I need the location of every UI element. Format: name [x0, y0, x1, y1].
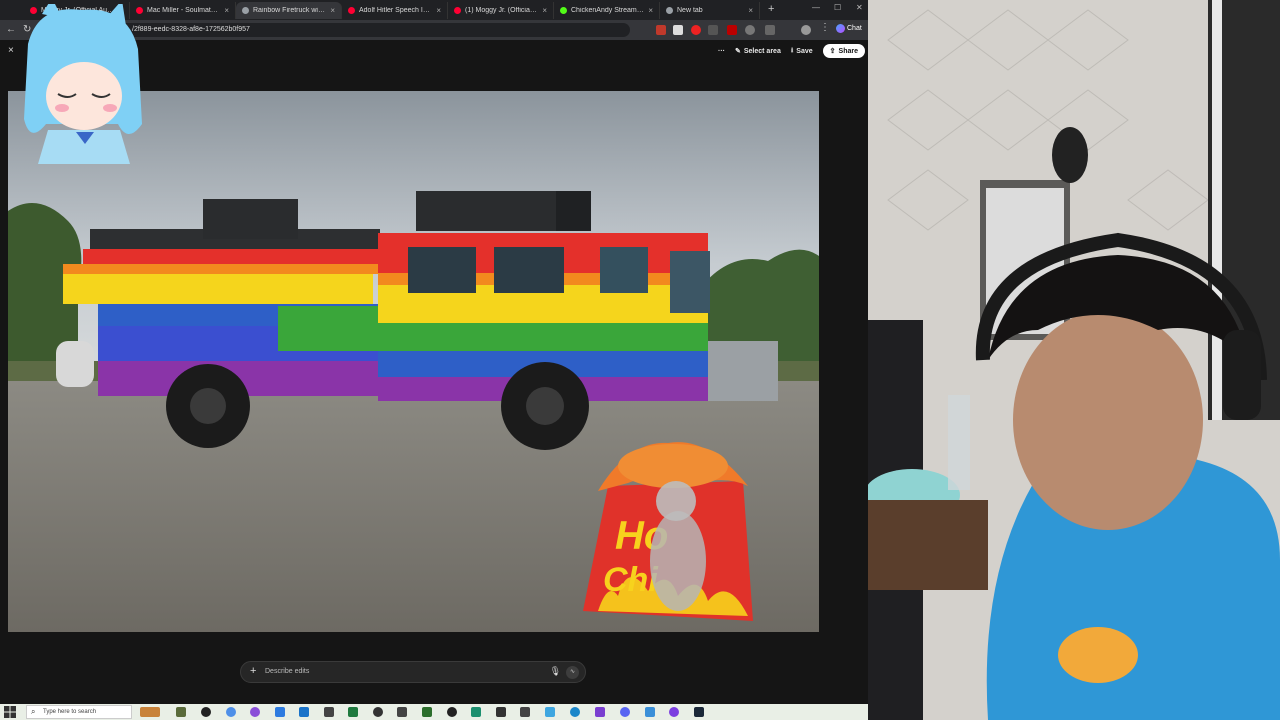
- tab-label: New tab: [677, 7, 703, 14]
- add-icon[interactable]: +: [250, 665, 256, 677]
- generated-image[interactable]: Ho Chi: [8, 91, 819, 632]
- close-window-icon[interactable]: ✕: [856, 3, 863, 12]
- app-icon[interactable]: [176, 707, 186, 717]
- taskbar-search-input[interactable]: ⌕ Type here to search: [26, 705, 132, 719]
- more-options-button[interactable]: ···: [718, 48, 725, 55]
- windows-taskbar: ⌕ Type here to search: [0, 704, 868, 720]
- webcam-feed: [868, 0, 1280, 720]
- browser-tab[interactable]: ChickenAndy Stream - V ×: [554, 2, 660, 19]
- tab-favicon-icon: [454, 7, 461, 14]
- app-icon[interactable]: [250, 707, 260, 717]
- app-icon[interactable]: [447, 707, 457, 717]
- browser-tab[interactable]: New tab ×: [660, 2, 760, 19]
- share-button[interactable]: ⇪ Share: [822, 44, 865, 58]
- extension-icon[interactable]: [673, 25, 683, 35]
- voice-mode-icon[interactable]: ∿: [566, 666, 579, 679]
- tab-label: Mac Miller - Soulmate - YouT: [147, 7, 220, 14]
- app-icon[interactable]: [471, 707, 481, 717]
- share-label: Share: [838, 47, 858, 55]
- tab-favicon-icon: [348, 7, 355, 14]
- taskbar-search-placeholder: Type here to search: [43, 709, 97, 715]
- tab-label: Rainbow Firetruck with Chips: [253, 7, 326, 14]
- windows-start-icon[interactable]: [4, 706, 16, 718]
- app-icon[interactable]: [422, 707, 432, 717]
- tab-close-icon[interactable]: ×: [748, 6, 753, 15]
- app-icon[interactable]: [520, 707, 530, 717]
- tab-close-icon[interactable]: ×: [436, 6, 441, 15]
- share-icon: ⇪: [829, 48, 836, 55]
- extension-icon[interactable]: [727, 25, 737, 35]
- chat-icon: [836, 24, 845, 33]
- tab-close-icon[interactable]: ×: [542, 6, 547, 15]
- profile-avatar-icon[interactable]: [801, 25, 811, 35]
- app-icon[interactable]: [669, 707, 679, 717]
- describe-edits-input[interactable]: + Describe edits 🎙 ∿: [240, 661, 586, 683]
- paint-icon[interactable]: [140, 707, 160, 717]
- close-viewer-icon[interactable]: ×: [8, 45, 14, 56]
- tab-favicon-icon: [560, 7, 567, 14]
- firetruck-scene: Ho Chi: [8, 91, 819, 632]
- save-button[interactable]: ⭳ Save: [791, 46, 813, 57]
- chat-label: Chat: [847, 25, 862, 32]
- tab-close-icon[interactable]: ×: [224, 6, 229, 15]
- browser-tab[interactable]: (1) Moggy Jr. (Official Audio) ×: [448, 2, 554, 19]
- app-icon[interactable]: [570, 707, 580, 717]
- browser-tab[interactable]: Rainbow Firetruck with Chips ×: [236, 2, 342, 19]
- tab-label: ChickenAndy Stream - V: [571, 7, 645, 14]
- app-icon[interactable]: [348, 707, 358, 717]
- tab-close-icon[interactable]: ×: [648, 6, 653, 15]
- minimize-icon[interactable]: —: [812, 3, 820, 12]
- save-label: Save: [796, 47, 813, 55]
- tab-favicon-icon: [666, 7, 673, 14]
- menu-kebab-icon[interactable]: ⋮: [820, 22, 830, 33]
- viewer-toolbar: ··· ✎ Select area ⭳ Save ⇪ Share: [718, 42, 868, 60]
- app-icon[interactable]: [275, 707, 285, 717]
- chrome-icon[interactable]: [226, 707, 236, 717]
- describe-edits-placeholder: Describe edits: [265, 668, 310, 675]
- app-icon[interactable]: [595, 707, 605, 717]
- select-area-button[interactable]: ✎ Select area: [734, 47, 781, 56]
- select-area-label: Select area: [743, 47, 781, 55]
- app-icon[interactable]: [201, 707, 211, 717]
- chat-button[interactable]: Chat: [836, 24, 862, 33]
- discord-icon[interactable]: [620, 707, 630, 717]
- extension-icon[interactable]: [745, 25, 755, 35]
- extension-icon[interactable]: [656, 25, 666, 35]
- tab-close-icon[interactable]: ×: [330, 6, 335, 15]
- steam-icon[interactable]: [694, 707, 704, 717]
- app-icon[interactable]: [324, 707, 334, 717]
- puzzle-icon[interactable]: [765, 25, 775, 35]
- new-tab-button[interactable]: +: [768, 3, 774, 15]
- app-icon[interactable]: [645, 707, 655, 717]
- app-icon[interactable]: [496, 707, 506, 717]
- maximize-icon[interactable]: ☐: [834, 3, 841, 12]
- app-icon[interactable]: [299, 707, 309, 717]
- download-icon: ⭳: [790, 46, 794, 54]
- pencil-icon: ✎: [734, 48, 741, 55]
- webcam-scene: [868, 0, 1280, 720]
- tab-label: (1) Moggy Jr. (Official Audio): [465, 7, 538, 14]
- microphone-icon[interactable]: 🎙: [550, 666, 561, 677]
- tab-favicon-icon: [242, 7, 249, 14]
- app-icon[interactable]: [545, 707, 555, 717]
- extension-icon[interactable]: [708, 25, 718, 35]
- browser-tab[interactable]: Adolf Hitler Speech In English ×: [342, 2, 448, 19]
- app-icon[interactable]: [373, 707, 383, 717]
- app-icon[interactable]: [397, 707, 407, 717]
- vtuber-avatar: [24, 4, 142, 164]
- extension-icon[interactable]: [691, 25, 701, 35]
- browser-window: Moggy Jr. (Official Audio) - Y×Mac Mille…: [0, 0, 868, 704]
- search-icon: ⌕: [31, 707, 36, 716]
- back-icon[interactable]: ←: [6, 24, 16, 35]
- tab-label: Adolf Hitler Speech In English: [359, 7, 432, 14]
